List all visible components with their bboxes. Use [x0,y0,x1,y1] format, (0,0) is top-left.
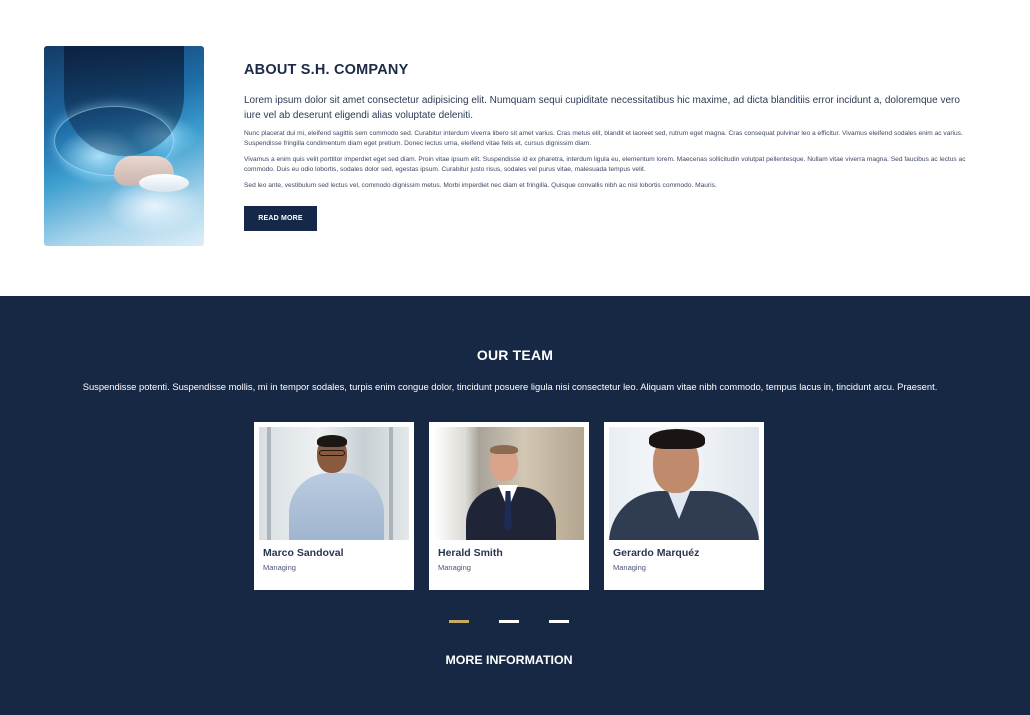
team-member-name: Gerardo Marquéz [613,547,700,559]
about-image-mouse [139,174,189,192]
team-card[interactable]: Marco Sandoval Managing [254,422,414,590]
about-section: ABOUT S.H. COMPANY Lorem ipsum dolor sit… [0,0,1030,296]
team-member-role: Managing [613,563,646,572]
about-paragraph: Sed leo ante, vestibulum sed lectus vel,… [244,182,717,189]
photo-shirt [289,473,384,540]
team-member-name: Herald Smith [438,547,503,559]
about-paragraph: Vivamus a enim quis velit porttitor impe… [244,156,966,173]
team-card[interactable]: Herald Smith Managing [429,422,589,590]
team-member-photo [434,427,584,540]
photo-curtain [434,427,464,540]
team-member-photo [609,427,759,540]
team-section: OUR TEAM Suspendisse potenti. Suspendiss… [0,296,1030,715]
read-more-button[interactable]: READ MORE [244,206,317,231]
photo-window-frame [267,427,271,540]
carousel-pagination [0,620,1030,624]
about-paragraph: Nunc placerat dui mi, eleifend sagittis … [244,130,963,147]
team-title: OUR TEAM [476,347,554,363]
about-title: ABOUT S.H. COMPANY [244,62,409,78]
team-member-photo [259,427,409,540]
about-image [44,46,204,246]
photo-glasses [319,450,345,456]
carousel-dot-1[interactable] [449,620,469,623]
photo-hair [649,429,705,449]
team-description: Suspendisse potenti. Suspendisse mollis,… [82,381,938,392]
carousel-dot-3[interactable] [549,620,569,623]
team-member-name: Marco Sandoval [263,547,344,559]
more-information-link[interactable]: MORE INFORMATION [0,653,1018,667]
team-member-role: Managing [438,563,471,572]
about-lead: Lorem ipsum dolor sit amet consectetur a… [244,95,960,121]
team-member-role: Managing [263,563,296,572]
about-content: ABOUT S.H. COMPANY Lorem ipsum dolor sit… [244,62,970,191]
photo-hair [490,445,518,454]
carousel-dot-2[interactable] [499,620,519,623]
photo-hair [317,435,347,447]
photo-window-frame [389,427,393,540]
team-card[interactable]: Gerardo Marquéz Managing [604,422,764,590]
